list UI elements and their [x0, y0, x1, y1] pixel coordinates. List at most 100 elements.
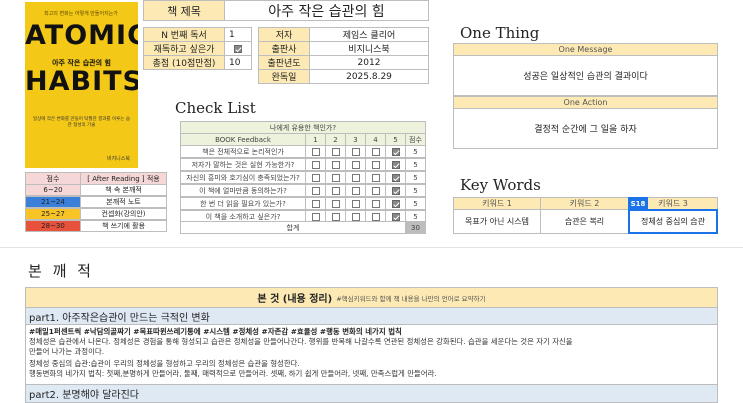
legend-apply-1: 책 속 본깨적	[80, 184, 167, 196]
checkbox[interactable]	[391, 173, 400, 182]
checklist-question-1: 책은 전체적으로 논리적인가	[180, 145, 306, 158]
reread-label: 재독하고 싶은가	[143, 41, 225, 56]
checkbox[interactable]	[351, 160, 360, 169]
checklist-cell[interactable]	[365, 145, 386, 158]
checkbox[interactable]	[371, 186, 380, 195]
finish-date-value[interactable]: 2025.8.29	[309, 69, 429, 84]
checklist-cell[interactable]	[385, 158, 406, 171]
section-divider	[0, 247, 743, 248]
checkbox[interactable]	[371, 173, 380, 182]
checkbox[interactable]	[391, 186, 400, 195]
checkbox[interactable]	[351, 173, 360, 182]
book-title-value[interactable]: 아주 작은 습관의 힘	[224, 0, 429, 21]
checkbox[interactable]	[331, 173, 340, 182]
checklist-cell[interactable]	[305, 184, 326, 197]
checkbox[interactable]	[391, 199, 400, 208]
checkbox[interactable]	[351, 212, 360, 221]
legend-score-1: 6~20	[25, 184, 81, 196]
book-cover-image: 최고의 변화는 어떻게 만들어지는가 ATOMIC 아주 작은 습관의 힘 HA…	[25, 2, 138, 168]
legend-score-3: 25~27	[25, 208, 81, 220]
cover-tagline: 최고의 변화는 어떻게 만들어지는가	[44, 11, 118, 17]
author-label: 저자	[258, 27, 310, 42]
author-value[interactable]: 제임스 클리어	[309, 27, 429, 42]
reread-checkbox-cell[interactable]	[224, 41, 252, 56]
checklist-cell[interactable]	[325, 171, 346, 184]
keyword-3-value[interactable]: 정체성 중심의 습관	[628, 209, 718, 234]
checklist-cell[interactable]	[305, 158, 326, 171]
checklist-cell[interactable]	[325, 145, 346, 158]
part1-tags: #매일1퍼센트씩 #낙담의골짜기 #목표따윈쓰레기통에 #시스템 #정체성 #자…	[29, 327, 402, 336]
keyword-2-value[interactable]: 습관은 복리	[540, 209, 629, 234]
checklist-cell[interactable]	[385, 145, 406, 158]
checklist-cell[interactable]	[345, 184, 366, 197]
checklist-total-label: 합계	[180, 221, 406, 234]
checklist-cell[interactable]	[325, 158, 346, 171]
pub-year-value[interactable]: 2012	[309, 55, 429, 70]
one-action-value[interactable]: 결정적 순간에 그 일을 하자	[453, 108, 718, 149]
checkbox[interactable]	[371, 199, 380, 208]
checkbox[interactable]	[351, 147, 360, 156]
checklist-score-3: 5	[405, 171, 426, 184]
checklist-cell[interactable]	[385, 184, 406, 197]
publisher-label: 출판사	[258, 41, 310, 56]
part1-line-4: 행동변화의 네가지 법칙: 첫째,분명하게 만들어라, 둘째, 매력적으로 만들…	[29, 369, 437, 378]
checkbox[interactable]	[391, 147, 400, 156]
checklist-cell[interactable]	[345, 197, 366, 210]
cover-publisher: 비지니스북	[106, 156, 130, 162]
checkbox[interactable]	[351, 186, 360, 195]
checklist-cell[interactable]	[325, 197, 346, 210]
legend-apply-4: 책 쓰기에 활용	[80, 220, 167, 232]
checkbox[interactable]	[311, 160, 320, 169]
one-message-value[interactable]: 성공은 일상적인 습관의 결과이다	[453, 55, 718, 96]
reread-checkbox[interactable]	[234, 44, 242, 53]
checklist-cell[interactable]	[305, 145, 326, 158]
checkbox[interactable]	[311, 173, 320, 182]
part2-header: part2. 분명해야 달라진다	[25, 384, 718, 403]
read-count-value[interactable]: 1	[224, 27, 252, 42]
part1-body[interactable]: #매일1퍼센트씩 #낙담의골짜기 #목표따윈쓰레기통에 #시스템 #정체성 #자…	[25, 324, 718, 384]
checkbox[interactable]	[311, 186, 320, 195]
checkbox[interactable]	[351, 199, 360, 208]
checkbox[interactable]	[331, 160, 340, 169]
checkbox[interactable]	[371, 147, 380, 156]
checkbox[interactable]	[331, 212, 340, 221]
checklist-cell[interactable]	[345, 158, 366, 171]
checkbox[interactable]	[331, 147, 340, 156]
legend-apply-2: 본깨적 노트	[80, 196, 167, 208]
checkbox[interactable]	[311, 199, 320, 208]
checkbox[interactable]	[311, 147, 320, 156]
total-score-value[interactable]: 10	[224, 55, 252, 70]
checklist-score-4: 5	[405, 184, 426, 197]
checklist-question-3: 자신의 흥미와 호기심이 충족되었는가?	[180, 171, 306, 184]
read-count-label: N 번째 독서	[143, 27, 225, 42]
checklist-cell[interactable]	[365, 158, 386, 171]
checklist-cell[interactable]	[305, 171, 326, 184]
checklist-cell[interactable]	[365, 197, 386, 210]
checkbox[interactable]	[391, 212, 400, 221]
seen-content-header: 본 것 (내용 정리) #핵심키워드와 함께 책 내용을 나만의 언어로 요약하…	[25, 287, 718, 308]
checklist-cell[interactable]	[345, 145, 366, 158]
bonkkae-section-title: 본 깨 적	[28, 262, 94, 280]
checklist-title: Check List	[175, 99, 256, 117]
checkbox[interactable]	[371, 160, 380, 169]
checkbox[interactable]	[331, 186, 340, 195]
checklist-cell[interactable]	[365, 171, 386, 184]
keyword-1-value[interactable]: 목표가 아닌 시스템	[453, 209, 541, 234]
checklist-cell[interactable]	[345, 171, 366, 184]
publisher-value[interactable]: 비지니스북	[309, 41, 429, 56]
checkbox[interactable]	[391, 160, 400, 169]
checkbox[interactable]	[331, 199, 340, 208]
part1-line-2: 만들어 나가는 과정이다.	[29, 347, 105, 356]
part1-header: part1. 아주작은습관이 만드는 극적인 변화	[25, 307, 718, 325]
seen-content-title: 본 것 (내용 정리)	[257, 294, 333, 305]
checklist-cell[interactable]	[385, 197, 406, 210]
checklist-cell[interactable]	[385, 171, 406, 184]
checklist-cell[interactable]	[365, 184, 386, 197]
cover-title-line2: HABITS	[25, 66, 138, 97]
part1-line-3: 정체성 중심의 습관:습관이 우리의 정체성을 형성하고 우리의 정체성은 습관…	[29, 359, 300, 368]
checkbox[interactable]	[371, 212, 380, 221]
legend-score-2: 21~24	[25, 196, 81, 208]
checklist-cell[interactable]	[305, 197, 326, 210]
checkbox[interactable]	[311, 212, 320, 221]
checklist-cell[interactable]	[325, 184, 346, 197]
